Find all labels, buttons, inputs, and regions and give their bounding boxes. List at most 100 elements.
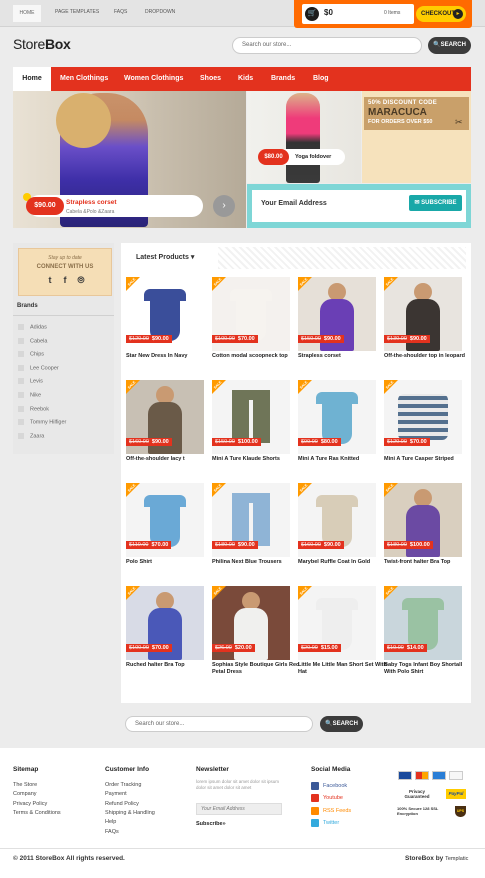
nav-shoes[interactable]: Shoes: [200, 67, 221, 91]
product-old-price: $160.00: [129, 439, 149, 445]
footer-customer-link[interactable]: Shipping & Handling: [105, 810, 155, 816]
top-nav-dropdown[interactable]: DROPDOWN: [145, 9, 175, 15]
copyright: © 2011 StoreBox All rights reserved.: [13, 855, 125, 862]
product-name[interactable]: Strapless corset: [298, 353, 388, 360]
product-card[interactable]: SALE $19.00 $14.00 Baby Togs Infant Boy Sho…: [384, 586, 462, 686]
checkbox-icon: [18, 364, 24, 371]
product-card[interactable]: SALE $180.00 $90.00 Philina Next Blue Trous…: [212, 483, 290, 583]
sidebar-item-brand[interactable]: Zaara: [18, 432, 44, 439]
product-card[interactable]: SALE $130.00 $90.00 Off-the-shoulder top in…: [384, 277, 465, 377]
facebook-icon[interactable]: [311, 782, 319, 790]
product-card[interactable]: SALE $26.00 $20.00 Sophias Style Boutique G…: [212, 586, 299, 686]
footer-social-link[interactable]: Twitter: [323, 820, 339, 826]
nav-men-clothings[interactable]: Men Clothings: [60, 67, 108, 91]
product-card[interactable]: SALE $20.00 $15.00 Little Me Little Man Sho…: [298, 586, 387, 686]
product-name[interactable]: Twist-front halter Bra Top: [384, 559, 474, 566]
product-price: $100.00 $70.00: [126, 644, 172, 652]
top-nav-page-templates[interactable]: PAGE TEMPLATES: [55, 9, 99, 15]
twitter-icon[interactable]: [311, 818, 319, 827]
product-card[interactable]: SALE $110.00 $70.00 Polo Shirt: [126, 483, 204, 583]
checkbox-icon: [18, 432, 24, 439]
nav-home[interactable]: Home: [13, 67, 51, 91]
product-card[interactable]: SALE $160.00 $90.00 Off-the-shoulder lacy t: [126, 380, 204, 480]
product-card[interactable]: SALE $160.00 $90.00 Marybel Ruffle Coat In …: [298, 483, 376, 583]
footer-sitemap-link[interactable]: Terms & Conditions: [13, 810, 61, 816]
footer-search-button[interactable]: 🔍SEARCH: [320, 716, 363, 732]
search-input[interactable]: Search our store...: [232, 37, 422, 54]
product-card[interactable]: SALE $100.00 $70.00 Ruched halter Bra Top: [126, 586, 204, 686]
product-new-price: $70.00: [151, 542, 169, 548]
checkbox-icon: [18, 405, 24, 412]
youtube-icon[interactable]: [311, 794, 319, 803]
twitter-icon[interactable]: t: [44, 274, 56, 286]
top-nav-faqs[interactable]: FAQS: [114, 9, 127, 15]
footer-sitemap-link[interactable]: Company: [13, 791, 37, 797]
footer-customer-link[interactable]: FAQs: [105, 829, 119, 835]
sitemap-title: Sitemap: [13, 766, 39, 773]
facebook-icon[interactable]: f: [59, 274, 71, 286]
arrow-right-icon[interactable]: ▸: [453, 9, 463, 19]
footer-social-link[interactable]: Youtube: [323, 795, 343, 801]
footer-social-link[interactable]: Facebook: [323, 783, 347, 789]
product-name[interactable]: Mini A Ture Ras Knitted: [298, 456, 388, 463]
footer-customer-link[interactable]: Payment: [105, 791, 127, 797]
nav-blog[interactable]: Blog: [313, 67, 329, 91]
footer-subscribe-button[interactable]: Subscribe»: [196, 821, 226, 827]
credit[interactable]: StoreBox by Templatic: [405, 855, 468, 862]
product-name[interactable]: Mini A Ture Casper Striped: [384, 456, 474, 463]
cart-item-count: 0 Items: [384, 10, 401, 16]
product-name[interactable]: Mini A Ture Klaude Shorts: [212, 456, 302, 463]
product-name[interactable]: Marybel Ruffle Coat In Gold: [298, 559, 388, 566]
footer-email-field[interactable]: Your Email Address: [196, 803, 282, 815]
top-nav-home[interactable]: HOME: [13, 5, 41, 22]
product-name[interactable]: Baby Togs Infant Boy Shortall With Polo …: [384, 662, 474, 676]
sidebar-item-brand[interactable]: Tommy Hilfiger: [18, 419, 66, 426]
product-card[interactable]: SALE $120.00 $70.00 Mini A Ture Casper Stri…: [384, 380, 462, 480]
brand-label: Cabela: [30, 338, 48, 345]
product-name[interactable]: Off-the-shoulder lacy t: [126, 456, 216, 463]
nav-kids[interactable]: Kids: [238, 67, 253, 91]
logo[interactable]: StoreBox: [13, 36, 71, 52]
footer-customer-link[interactable]: Refund Policy: [105, 801, 139, 807]
product-old-price: $180.00: [387, 542, 407, 548]
sidebar-item-brand[interactable]: Reebok: [18, 405, 49, 412]
sidebar-item-brand[interactable]: Chips: [18, 351, 44, 358]
hero-title[interactable]: Strapless corset: [66, 199, 117, 206]
sidebar-item-brand[interactable]: Nike: [18, 392, 41, 398]
footer-sitemap-link[interactable]: The Store: [13, 782, 37, 788]
product-card[interactable]: SALE $99.00 $80.00 Mini A Ture Ras Knitted: [298, 380, 376, 480]
product-card[interactable]: SALE $150.00 $100.00 Mini A Ture Klaude Sho…: [212, 380, 290, 480]
promo-title[interactable]: Yoga foldover: [295, 154, 331, 160]
product-name[interactable]: Star New Dress In Navy: [126, 353, 216, 360]
footer-customer-link[interactable]: Order Tracking: [105, 782, 141, 788]
footer-sitemap-link[interactable]: Privacy Policy: [13, 801, 47, 807]
rss-icon[interactable]: ⦾: [75, 274, 87, 286]
footer-search-input[interactable]: Search our store...: [125, 716, 313, 732]
subscribe-button[interactable]: ✉ SUBSCRIBE: [409, 195, 462, 211]
cart-icon[interactable]: 🛒: [305, 7, 319, 21]
product-card[interactable]: SALE $180.00 $100.00 Twist-front halter Bra…: [384, 483, 462, 583]
search-button[interactable]: 🔍SEARCH: [428, 37, 471, 54]
product-name[interactable]: Sophias Style Boutique Girls Red Petal D…: [212, 662, 302, 676]
product-card[interactable]: SALE $100.00 $70.00 Cotton modal scoopneck …: [212, 277, 290, 377]
footer-social-link[interactable]: RSS Feeds: [323, 808, 351, 814]
footer-customer-link[interactable]: Help: [105, 819, 116, 825]
subscribe-label: SUBSCRIBE: [421, 200, 457, 206]
sidebar-item-brand[interactable]: Adidas: [18, 324, 47, 330]
product-name[interactable]: Off-the-shoulder top in leopard: [384, 353, 474, 360]
nav-women-clothings[interactable]: Women Clothings: [124, 67, 183, 91]
nav-brands[interactable]: Brands: [271, 67, 295, 91]
sidebar-item-brand[interactable]: Levis: [18, 378, 43, 385]
rss-icon[interactable]: [311, 806, 319, 815]
product-name[interactable]: Cotton modal scoopneck top: [212, 353, 302, 360]
sidebar-item-brand[interactable]: Lee Cooper: [18, 364, 59, 371]
product-card[interactable]: SALE $120.00 $90.00 Star New Dress In Navy: [126, 277, 204, 377]
product-name[interactable]: Philina Next Blue Trousers: [212, 559, 302, 566]
slider-next-icon[interactable]: ›: [213, 195, 235, 217]
product-name[interactable]: Polo Shirt: [126, 559, 216, 566]
product-card[interactable]: SALE $150.00 $90.00 Strapless corset: [298, 277, 376, 377]
latest-products-dropdown[interactable]: Latest Products ▾: [126, 247, 218, 269]
product-name[interactable]: Little Me Little Man Short Set With Hat: [298, 662, 388, 676]
product-name[interactable]: Ruched halter Bra Top: [126, 662, 216, 669]
sidebar-item-brand[interactable]: Cabela: [18, 337, 48, 345]
